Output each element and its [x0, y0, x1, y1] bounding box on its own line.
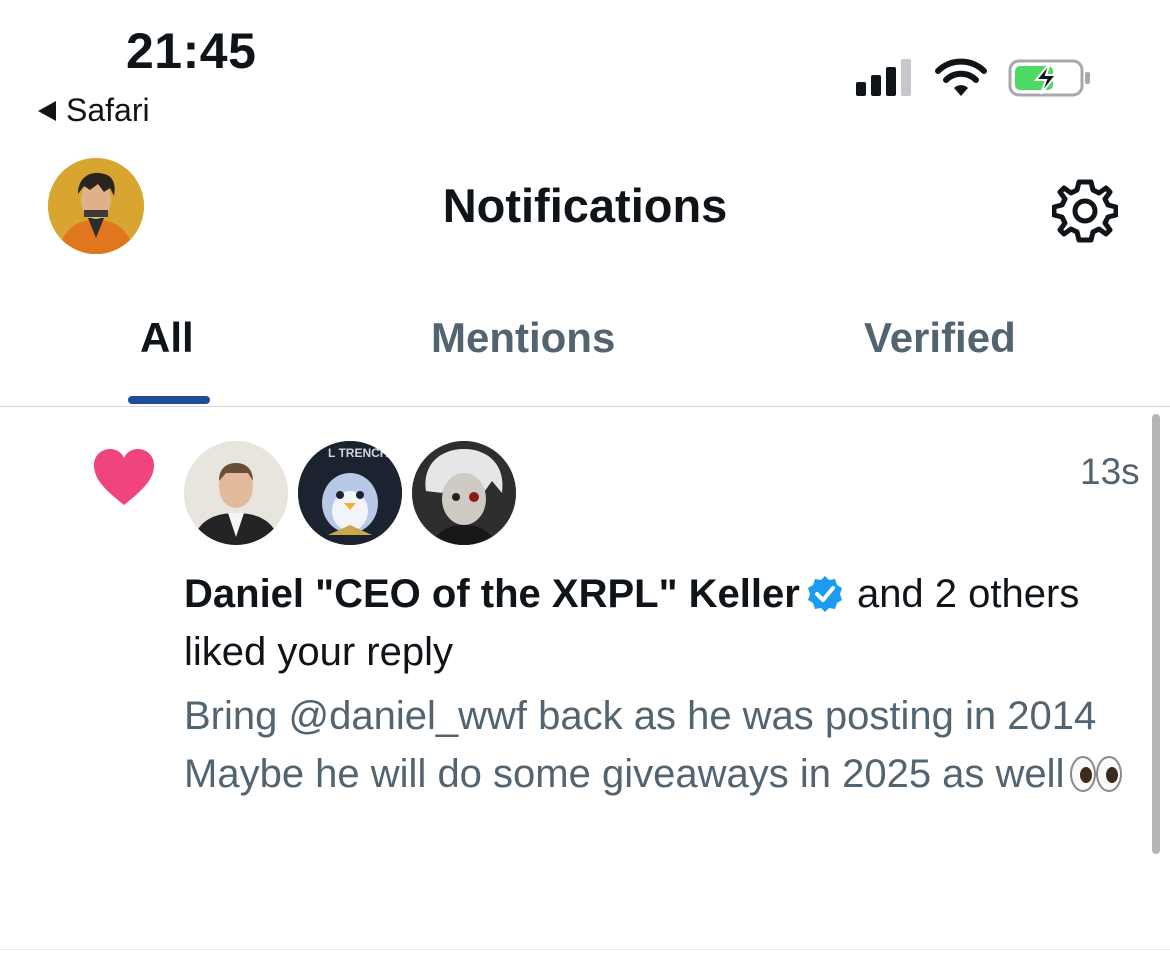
liker-avatar[interactable]: [184, 441, 288, 545]
notification-time: 13s: [1080, 451, 1140, 492]
liker-avatar[interactable]: [412, 441, 516, 545]
wifi-icon: [935, 58, 987, 96]
notification-tabs: All Mentions Verified: [0, 300, 1170, 407]
liked-post-text[interactable]: Bring @daniel_wwf back as he was posting…: [184, 687, 1124, 803]
back-to-safari-button[interactable]: Safari: [38, 92, 150, 129]
back-app-label: Safari: [66, 92, 150, 128]
notification-item[interactable]: 13s L TRENCH Daniel "CEO of the XRPL" Ke…: [0, 407, 1170, 950]
cellular-signal-icon: [856, 59, 911, 96]
eyes-emoji-icon: [1070, 756, 1123, 792]
notification-text: Daniel "CEO of the XRPL" Keller and 2 ot…: [184, 565, 1124, 803]
gear-icon[interactable]: [1052, 178, 1118, 244]
back-arrow-icon: [38, 100, 56, 121]
status-time: 21:45: [126, 23, 257, 79]
liker-avatar[interactable]: L TRENCH: [298, 441, 402, 545]
battery-charging-icon: [1008, 59, 1090, 97]
active-tab-indicator: [128, 396, 210, 404]
tab-mentions[interactable]: Mentions: [431, 314, 615, 362]
avatar-banner-text: L TRENCH: [328, 446, 388, 460]
liker-name[interactable]: Daniel "CEO of the XRPL" Keller: [184, 572, 800, 616]
tab-verified[interactable]: Verified: [864, 314, 1016, 362]
top-app-bar: Notifications: [0, 150, 1170, 265]
verified-badge-icon: [807, 576, 842, 612]
heart-icon: [94, 449, 154, 505]
notification-headline: Daniel "CEO of the XRPL" Keller and 2 ot…: [184, 565, 1124, 681]
tab-all[interactable]: All: [140, 314, 194, 362]
post-text: Bring @daniel_wwf back as he was posting…: [184, 694, 1097, 796]
status-bar: 21:45 Safari: [0, 0, 1170, 140]
page-title: Notifications: [442, 179, 728, 232]
